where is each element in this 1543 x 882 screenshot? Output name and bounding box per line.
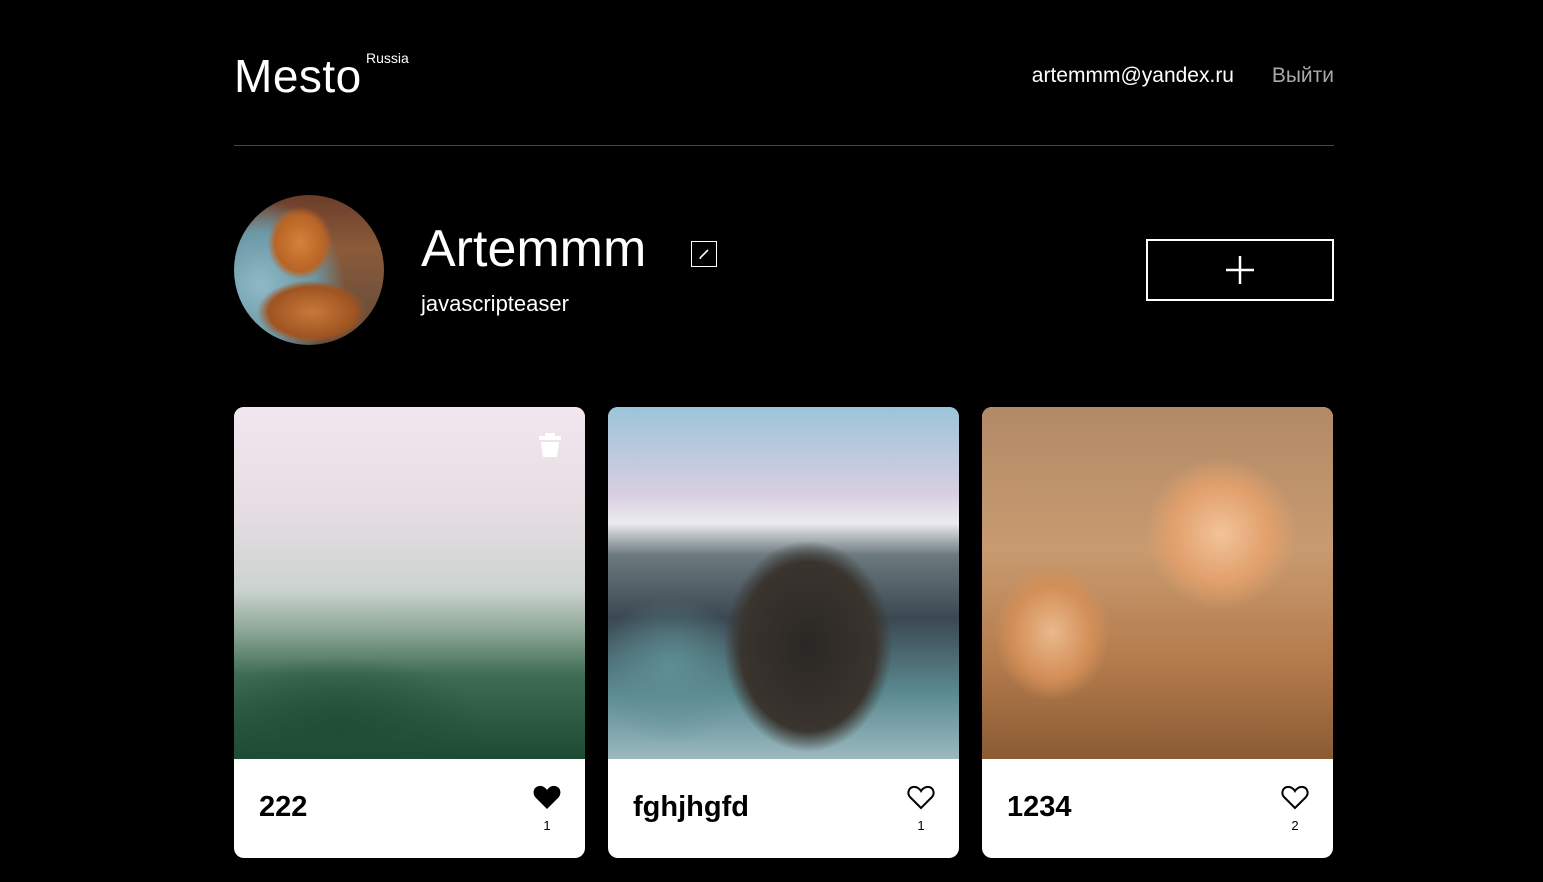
add-card-button[interactable] [1146, 239, 1334, 301]
heart-icon [1281, 785, 1309, 810]
header: Mesto Russia artemmm@yandex.ru Выйти [234, 40, 1334, 146]
card-title: 222 [259, 791, 308, 823]
like-count: 2 [1291, 818, 1299, 833]
card-title: 1234 [1007, 791, 1072, 823]
trash-icon [539, 433, 561, 457]
like-button[interactable] [1281, 784, 1309, 810]
card: fghjhgfd 1 [608, 407, 959, 858]
heart-icon [907, 785, 935, 810]
logo: Mesto [234, 50, 362, 102]
card: 222 1 [234, 407, 585, 858]
card-image-forest[interactable] [234, 407, 585, 759]
card-image-cliff[interactable] [608, 407, 959, 759]
avatar[interactable] [234, 195, 384, 345]
heart-icon [533, 785, 561, 809]
card: 1234 2 [982, 407, 1333, 858]
logout-link[interactable]: Выйти [1272, 65, 1334, 86]
like-count: 1 [543, 818, 551, 833]
plus-icon [1226, 256, 1254, 284]
like-count: 1 [917, 818, 925, 833]
card-image-kittens[interactable] [982, 407, 1333, 759]
edit-profile-button[interactable] [691, 241, 717, 267]
like-button[interactable] [533, 784, 561, 810]
profile-name: Artemmm [421, 220, 647, 278]
user-email: artemmm@yandex.ru [1031, 64, 1234, 87]
page: Mesto Russia artemmm@yandex.ru Выйти Art… [0, 0, 1543, 882]
profile-about: javascripteaser [421, 291, 569, 316]
like-button[interactable] [907, 784, 935, 810]
delete-card-button[interactable] [539, 433, 561, 457]
cards-grid: 222 1 fghjhgfd 1 1234 2 [234, 407, 1334, 858]
card-title: fghjhgfd [633, 791, 749, 823]
profile: Artemmm javascripteaser [234, 195, 1334, 345]
pencil-icon [699, 249, 709, 259]
logo-subtitle: Russia [366, 50, 409, 66]
